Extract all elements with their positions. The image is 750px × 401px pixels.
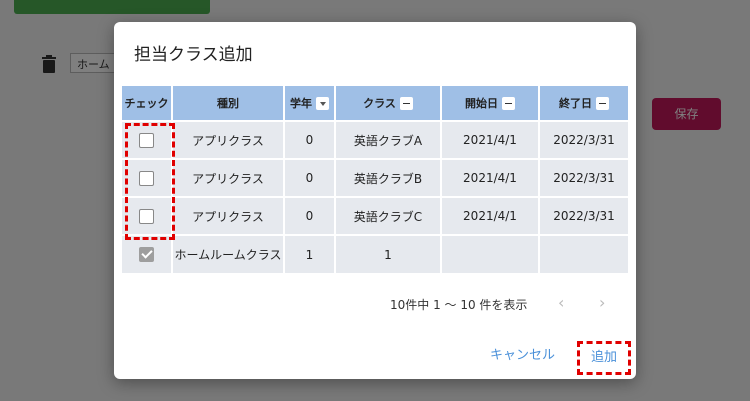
row-end: 2022/3/31	[539, 120, 628, 159]
header-class[interactable]: クラス	[335, 86, 442, 121]
table-row: アプリクラス 0 英語クラブC 2021/4/1 2022/3/31	[122, 196, 628, 235]
table-row: アプリクラス 0 英語クラブA 2021/4/1 2022/3/31	[122, 120, 628, 159]
add-class-dialog: 担当クラス追加 チェック 種別 学年 クラス 開始日 終了日 アプリクラス 0 …	[114, 22, 636, 379]
row-grade: 0	[284, 196, 336, 235]
class-collapse-icon[interactable]	[399, 96, 413, 110]
header-type: 種別	[172, 86, 285, 121]
cancel-button[interactable]: キャンセル	[490, 344, 555, 363]
row-start: 2021/4/1	[441, 120, 540, 159]
row-checkbox[interactable]	[139, 208, 154, 224]
page-next-icon[interactable]: ›	[599, 293, 605, 312]
row-class: 1	[335, 234, 442, 273]
row-checkbox-checked-disabled	[139, 247, 154, 262]
header-grade[interactable]: 学年	[284, 86, 336, 121]
row-grade: 0	[284, 120, 336, 159]
row-type: ホームルームクラス	[172, 234, 285, 273]
row-checkbox[interactable]	[139, 132, 154, 148]
row-class: 英語クラブC	[335, 196, 442, 235]
row-class: 英語クラブB	[335, 158, 442, 197]
start-collapse-icon[interactable]	[502, 96, 515, 110]
row-type: アプリクラス	[172, 158, 285, 197]
pagination-info: 10件中 1 〜 10 件を表示	[390, 298, 528, 312]
page-prev-icon[interactable]: ‹	[558, 293, 564, 312]
table-header-row: チェック 種別 学年 クラス 開始日 終了日	[122, 86, 628, 121]
row-start: 2021/4/1	[441, 158, 540, 197]
header-check: チェック	[122, 86, 173, 121]
table-row: アプリクラス 0 英語クラブB 2021/4/1 2022/3/31	[122, 158, 628, 197]
row-class: 英語クラブA	[335, 120, 442, 159]
row-end: 2022/3/31	[539, 158, 628, 197]
end-collapse-icon[interactable]	[596, 96, 609, 110]
row-grade: 1	[284, 234, 336, 273]
row-checkbox[interactable]	[139, 170, 154, 186]
dialog-title: 担当クラス追加	[134, 45, 253, 65]
grade-sort-icon[interactable]	[316, 96, 329, 110]
header-end[interactable]: 終了日	[539, 86, 628, 121]
row-start	[441, 234, 540, 273]
row-type: アプリクラス	[172, 120, 285, 159]
row-type: アプリクラス	[172, 196, 285, 235]
row-end	[539, 234, 628, 273]
class-table: チェック 種別 学年 クラス 開始日 終了日 アプリクラス 0 英語クラブA 2…	[122, 86, 628, 273]
row-grade: 0	[284, 158, 336, 197]
header-start[interactable]: 開始日	[441, 86, 540, 121]
add-button[interactable]: 追加	[577, 341, 631, 375]
row-start: 2021/4/1	[441, 196, 540, 235]
row-end: 2022/3/31	[539, 196, 628, 235]
table-row: ホームルームクラス 1 1	[122, 234, 628, 273]
